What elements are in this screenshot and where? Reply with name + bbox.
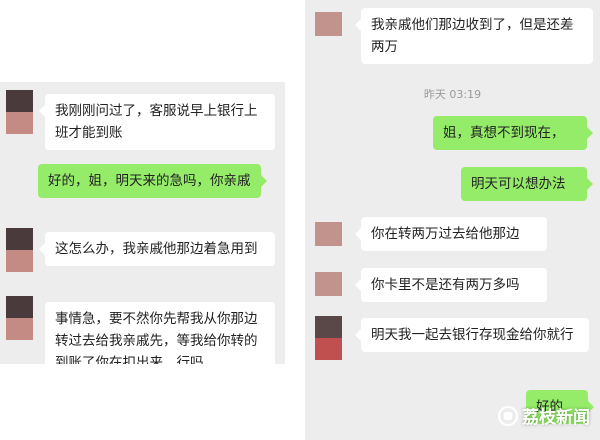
message-bubble-outgoing[interactable]: 姐，真想不到现在，	[433, 116, 593, 150]
news-watermark: 荔枝新闻	[498, 403, 590, 428]
contact-avatar[interactable]	[315, 12, 342, 36]
news-logo-icon	[498, 405, 518, 426]
left-chat-panel: 我刚刚问过了，客服说早上银行上班才能到账 好的，姐，明天来的急吗，你亲戚 这怎么…	[0, 82, 285, 364]
message-text: 好的，姐，明天来的急吗，你亲戚	[48, 173, 251, 189]
message-bubble-incoming[interactable]: 这怎么办，我亲戚他那边着急用到	[39, 232, 275, 266]
message-bubble-incoming[interactable]: 我亲戚他们那边收到了，但是还差两万	[355, 8, 593, 64]
watermark-text: 荔枝新闻	[522, 408, 590, 428]
message-bubble-incoming[interactable]: 你卡里不是还有两万多吗	[355, 268, 547, 302]
message-text: 我亲戚他们那边收到了，但是还差两万	[371, 17, 574, 55]
contact-avatar[interactable]	[315, 222, 342, 246]
message-bubble-incoming[interactable]: 事情急，要不然你先帮我从你那边转过去给我亲戚先，等我给你转的到账了你在扣出来，行…	[45, 302, 275, 364]
contact-avatar[interactable]	[315, 272, 342, 296]
message-bubble-incoming[interactable]: 你在转两万过去给他那边	[355, 217, 547, 251]
contact-avatar[interactable]	[6, 296, 33, 340]
contact-avatar[interactable]	[6, 90, 33, 134]
message-text: 事情急，要不然你先帮我从你那边转过去给我亲戚先，等我给你转的到账了你在扣出来，行…	[55, 311, 258, 364]
contact-avatar[interactable]	[315, 316, 342, 360]
message-text: 你卡里不是还有两万多吗	[371, 277, 520, 293]
message-text: 这怎么办，我亲戚他那边着急用到	[55, 241, 258, 257]
message-bubble-incoming[interactable]: 我刚刚问过了，客服说早上银行上班才能到账	[39, 94, 275, 150]
message-text: 明天我一起去银行存现金给你就行	[371, 327, 574, 343]
contact-avatar[interactable]	[6, 228, 33, 272]
message-text: 明天可以想办法	[471, 176, 566, 192]
chat-timestamp: 昨天 03:19	[423, 88, 482, 101]
message-bubble-outgoing[interactable]: 明天可以想办法	[461, 167, 593, 201]
message-bubble-outgoing[interactable]: 好的，姐，明天来的急吗，你亲戚	[38, 164, 267, 198]
right-chat-panel: 我亲戚他们那边收到了，但是还差两万 昨天 03:19 姐，真想不到现在， 明天可…	[305, 0, 600, 440]
message-bubble-incoming[interactable]: 明天我一起去银行存现金给你就行	[355, 318, 589, 352]
message-text: 你在转两万过去给他那边	[371, 226, 520, 242]
message-text: 我刚刚问过了，客服说早上银行上班才能到账	[55, 103, 258, 141]
message-text: 姐，真想不到现在，	[443, 125, 565, 141]
